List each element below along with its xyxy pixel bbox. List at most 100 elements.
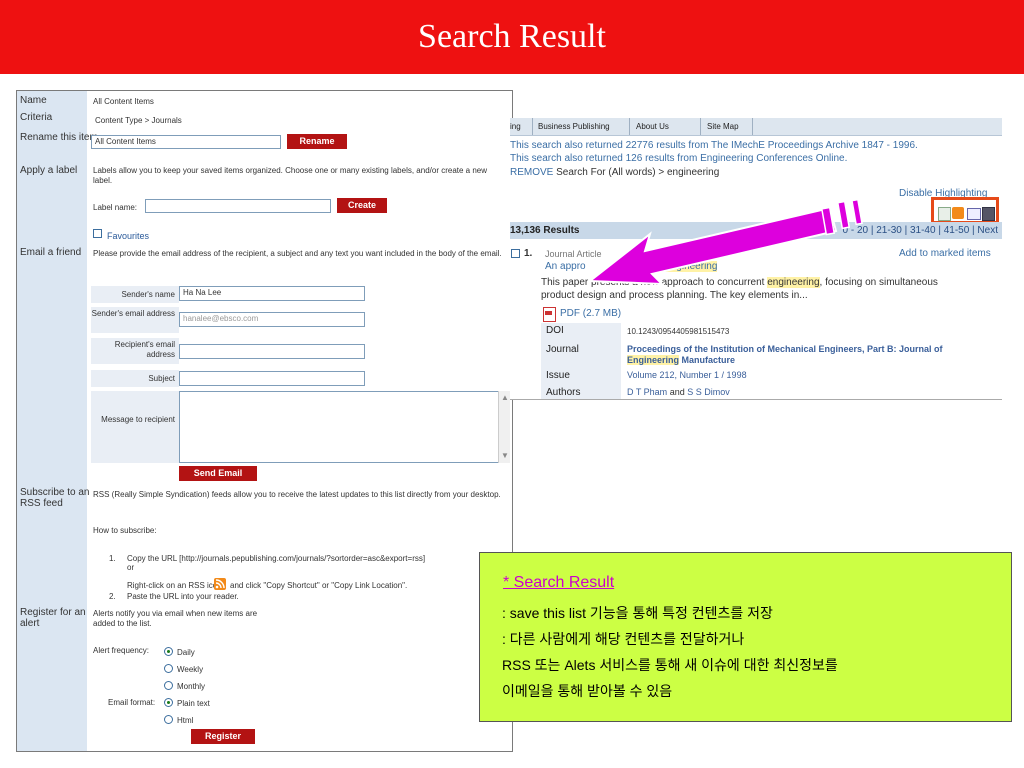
slide-title: Search Result [418, 18, 606, 55]
meta-author-a[interactable]: D T Pham [627, 387, 667, 397]
name-label: Name [20, 95, 47, 106]
meta-doi-label: DOI [546, 325, 564, 336]
sender-name-label: Sender's name [91, 286, 179, 303]
message-textarea[interactable] [179, 391, 509, 463]
rss-icon[interactable] [214, 578, 226, 590]
apply-label-description: Labels allow you to keep your saved item… [93, 166, 488, 185]
nav-item-business-publishing[interactable]: Business Publishing [538, 122, 610, 131]
rss-how-to: How to subscribe: [93, 526, 157, 535]
pdf-link[interactable]: PDF (2.7 MB) [560, 308, 621, 320]
scroll-up-icon[interactable]: ▲ [501, 393, 509, 402]
result-checkbox[interactable] [511, 249, 520, 258]
meta-issue-label: Issue [546, 370, 570, 381]
nav-item-about-us[interactable]: About Us [636, 122, 669, 131]
remove-filter-link[interactable]: REMOVE [510, 167, 553, 178]
register-button[interactable]: Register [191, 729, 255, 744]
frequency-daily-radio[interactable] [164, 647, 173, 656]
sender-email-input[interactable]: hanalee@ebsco.com [179, 312, 365, 327]
frequency-weekly-label: Weekly [177, 665, 204, 674]
result-number: 1. [524, 248, 533, 259]
callout-line-1: : save this list 기능을 통해 특정 컨텐츠를 저장 [502, 605, 773, 621]
frequency-monthly-label: Monthly [177, 682, 206, 691]
rss-step1: Copy the URL [http://journals.pepublishi… [127, 554, 426, 563]
message-scrollbar[interactable]: ▲ ▼ [498, 391, 510, 463]
sender-email-label: Sender's email address [91, 307, 179, 333]
nav-divider [532, 118, 533, 135]
meta-authors-label: Authors [546, 387, 581, 398]
name-value: All Content Items [93, 97, 154, 106]
format-plain-radio[interactable] [164, 698, 173, 707]
meta-journal-line1[interactable]: Proceedings of the Institution of Mechan… [627, 344, 943, 354]
nav-item-site-map[interactable]: Site Map [707, 122, 739, 131]
nav-item-partial[interactable]: ing [510, 122, 521, 131]
explanation-callout: * Search Result : save this list 기능을 통해 … [479, 552, 1012, 722]
add-to-marked-link[interactable]: Add to marked items [899, 248, 991, 260]
nav-divider [752, 118, 753, 135]
message-label: Message to recipient [91, 391, 179, 463]
alert-label: Register for an alert [20, 607, 86, 629]
rss-description: RSS (Really Simple Syndication) feeds al… [93, 490, 501, 499]
nav-divider [700, 118, 701, 135]
create-button[interactable]: Create [337, 198, 387, 213]
email-friend-label: Email a friend [20, 247, 82, 258]
meta-doi-value: 10.1243/0954405981515473 [627, 327, 730, 336]
rss-or: or [127, 563, 135, 572]
notice-engineering-conferences[interactable]: This search also returned 126 results fr… [510, 153, 847, 165]
format-html-label: Html [177, 716, 194, 725]
callout-line-2: : 다른 사람에게 해당 컨텐츠를 전달하거나 [502, 631, 745, 647]
frequency-monthly-radio[interactable] [164, 681, 173, 690]
label-name-input[interactable] [145, 199, 331, 213]
recipient-email-input[interactable] [179, 344, 365, 359]
top-nav: ing Business Publishing About Us Site Ma… [510, 118, 1002, 136]
callout-title: * Search Result [503, 574, 615, 591]
search-filter-text: Search For (All words) > engineering [556, 167, 720, 178]
rss-step2: Paste the URL into your reader. [127, 592, 239, 601]
alert-frequency-label: Alert frequency: [93, 646, 150, 655]
rss-label: Subscribe to an RSS feed [20, 487, 90, 509]
criteria-value: Content Type > Journals [95, 116, 182, 125]
rss-step1b-pre: Right-click on an RSS icon [127, 581, 222, 590]
results-count: 13,136 Results [510, 225, 580, 236]
pdf-icon[interactable] [543, 307, 556, 322]
alert-description: Alerts notify you via email when new ite… [93, 609, 258, 628]
save-list-form: Name All Content Items Criteria Content … [16, 90, 513, 752]
nav-divider [629, 118, 630, 135]
notice-proceedings-archive[interactable]: This search also returned 22776 results … [510, 140, 918, 152]
frequency-weekly-radio[interactable] [164, 664, 173, 673]
rename-label: Rename this item [20, 132, 98, 143]
meta-author-b[interactable]: S S Dimov [687, 387, 730, 397]
send-email-button[interactable]: Send Email [179, 466, 257, 481]
rss-step1b-post: and click "Copy Shortcut" or "Copy Link … [230, 581, 408, 590]
favourites-checkbox[interactable] [93, 229, 102, 238]
sender-name-input[interactable]: Ha Na Lee [179, 286, 365, 301]
meta-issue-value[interactable]: Volume 212, Number 1 / 1998 [627, 370, 747, 380]
callout-line-4: 이메일을 통해 받아볼 수 있음 [502, 683, 673, 699]
apply-label-label: Apply a label [20, 165, 78, 176]
criteria-label: Criteria [20, 112, 53, 123]
format-plain-label: Plain text [177, 699, 210, 708]
meta-journal-label: Journal [546, 344, 579, 355]
rss-step2-number: 2. [109, 592, 116, 601]
callout-arrow [590, 198, 863, 286]
slide-title-bar: Search Result [0, 0, 1024, 74]
subject-input[interactable] [179, 371, 365, 386]
label-name-field-label: Label name: [93, 203, 138, 212]
scroll-down-icon[interactable]: ▼ [501, 451, 509, 460]
export-toolbar-highlight-box [931, 197, 999, 224]
email-format-label: Email format: [108, 698, 156, 707]
rename-button[interactable]: Rename [287, 134, 347, 149]
frequency-daily-label: Daily [177, 648, 195, 657]
callout-line-3: RSS 또는 Alets 서비스를 통해 새 이슈에 대한 최신정보를 [502, 657, 838, 673]
subject-label: Subject [91, 370, 179, 387]
rss-step1-number: 1. [109, 554, 116, 563]
recipient-email-label: Recipient's email address [91, 338, 179, 364]
result-title[interactable]: An appro [545, 261, 586, 272]
rename-input[interactable]: All Content Items [91, 135, 281, 149]
email-description: Please provide the email address of the … [93, 249, 502, 258]
meta-authors-and: and [669, 387, 685, 397]
meta-journal-highlight[interactable]: Engineering [627, 355, 680, 365]
favourites-label[interactable]: Favourites [107, 231, 149, 241]
label-column [17, 91, 87, 751]
format-html-radio[interactable] [164, 715, 173, 724]
meta-journal-line2[interactable]: Manufacture [682, 355, 736, 365]
